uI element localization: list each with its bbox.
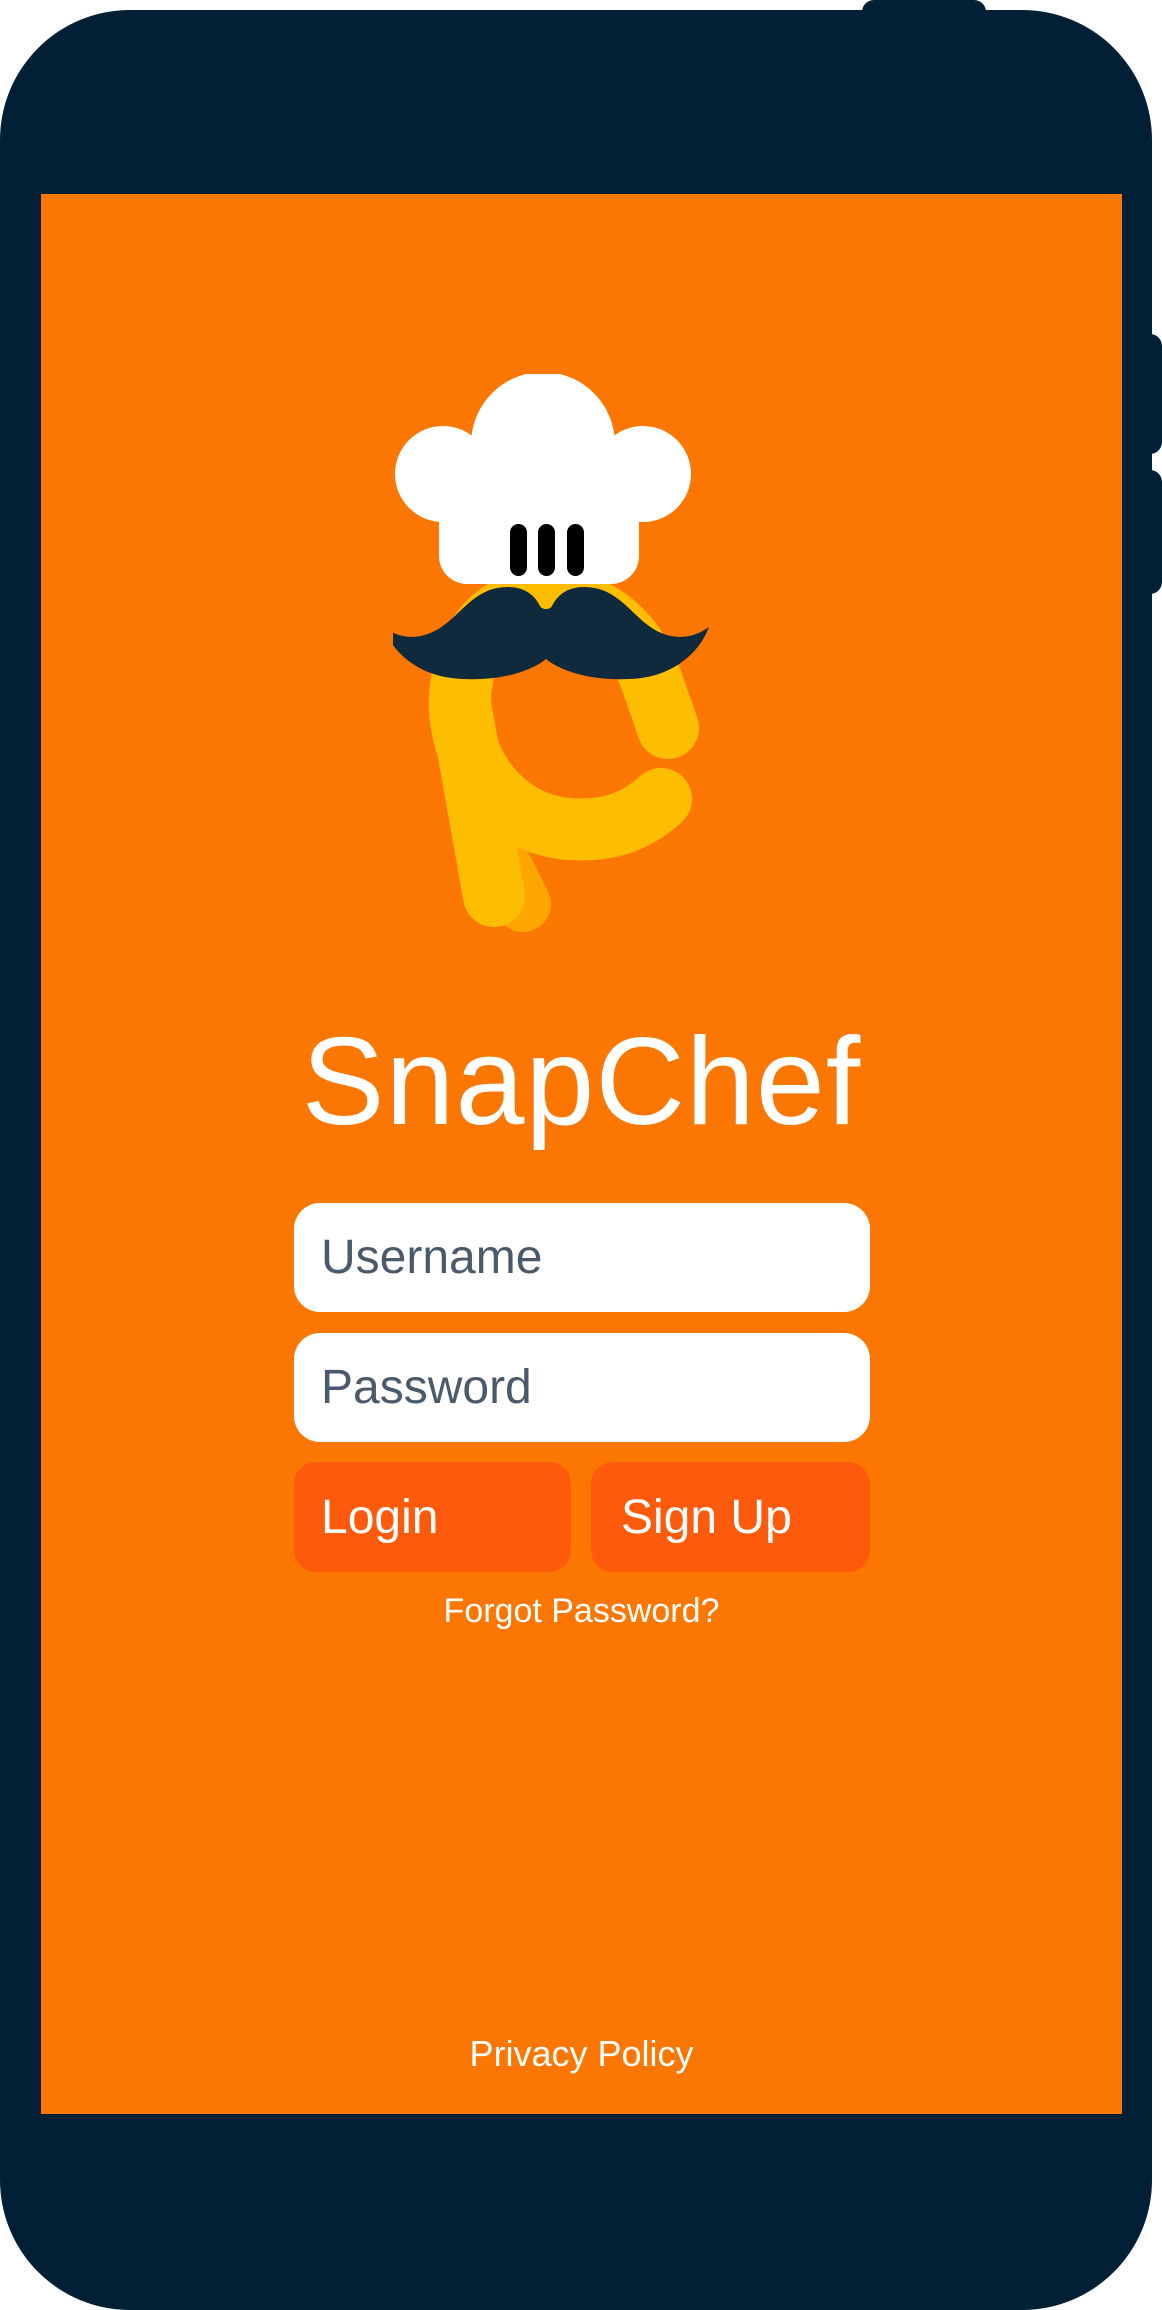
app-title: SnapChef — [301, 1013, 862, 1151]
password-input[interactable] — [294, 1333, 870, 1442]
login-screen: SnapChef Login Sign Up Forgot Password? … — [41, 194, 1122, 2114]
username-input[interactable] — [294, 1203, 870, 1312]
privacy-policy-link[interactable]: Privacy Policy — [41, 2033, 1122, 2075]
sign-up-button[interactable]: Sign Up — [591, 1462, 870, 1572]
chef-mascot-icon — [393, 374, 709, 932]
device-stage: SnapChef Login Sign Up Forgot Password? … — [0, 0, 1162, 2310]
forgot-password-link[interactable]: Forgot Password? — [41, 1592, 1122, 1631]
login-button[interactable]: Login — [294, 1462, 571, 1572]
